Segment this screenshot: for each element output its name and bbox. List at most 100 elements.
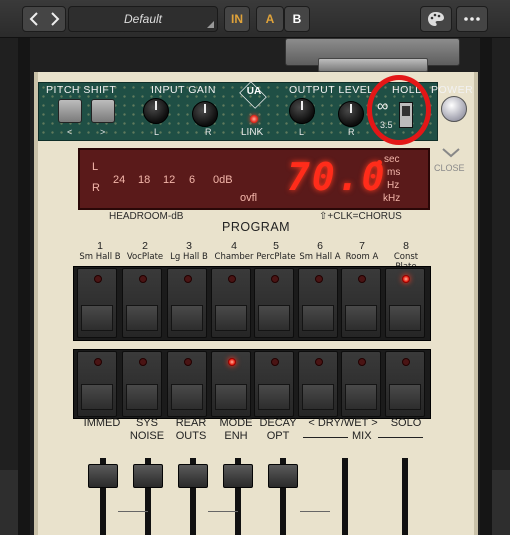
fader-tick (300, 511, 330, 512)
output-right-label: R (348, 127, 355, 137)
function-key-8[interactable] (385, 351, 425, 417)
program-key-5[interactable] (254, 268, 294, 338)
mix-line-right (378, 437, 423, 438)
key-cap (215, 384, 247, 410)
pitch-up-button[interactable] (91, 99, 115, 123)
function-key-7[interactable] (341, 351, 381, 417)
program-key-2[interactable] (122, 268, 162, 338)
key-cap (126, 384, 158, 410)
key-cap (171, 305, 203, 331)
program-name: Chamber (214, 252, 254, 262)
key-led (228, 358, 236, 366)
highlight-annotation-ring (367, 75, 431, 145)
program-number: 5 (273, 240, 279, 252)
meter-tick: 0dB (213, 174, 233, 186)
output-left-label: L (299, 127, 305, 137)
power-button[interactable] (441, 96, 467, 122)
preset-selector[interactable]: Default (68, 6, 218, 32)
mode-enh-fader[interactable] (223, 464, 253, 488)
pitch-down-button[interactable] (58, 99, 82, 123)
program-number: 2 (142, 240, 148, 252)
key-cap (345, 305, 377, 331)
program-number: 3 (186, 240, 192, 252)
program-name: PercPlate (256, 252, 296, 262)
program-key-1[interactable] (77, 268, 117, 338)
unit-hz: Hz (387, 180, 400, 191)
program-key-8[interactable] (385, 268, 425, 338)
chevron-down-icon[interactable] (441, 146, 461, 160)
host-toolbar: Default IN A B (0, 0, 510, 38)
key-cap (389, 384, 421, 410)
palette-button[interactable] (420, 6, 452, 32)
function-key-2[interactable] (122, 351, 162, 417)
decay-opt-fader[interactable] (268, 464, 298, 488)
display-channel-r: R (92, 182, 100, 194)
meter-tick: 12 (163, 174, 176, 186)
fader-tick (208, 511, 238, 512)
program-name: Sm Hall A (299, 252, 341, 262)
previous-preset-button[interactable] (23, 12, 44, 26)
key-led (139, 275, 147, 283)
key-led (402, 275, 410, 283)
more-options-button[interactable] (456, 6, 488, 32)
key-led (315, 358, 323, 366)
key-led (402, 358, 410, 366)
key-led (271, 275, 279, 283)
link-label: LINK (241, 127, 264, 138)
meter-tick: 18 (138, 174, 151, 186)
power-label: POWER (431, 84, 474, 96)
program-key-7[interactable] (341, 268, 381, 338)
preset-nav (22, 6, 66, 32)
rear-label: REAR (175, 417, 207, 429)
left-side-strip (0, 470, 18, 535)
compare-a-button[interactable]: A (256, 6, 284, 32)
immed-label: IMMED (83, 417, 121, 429)
key-led (184, 358, 192, 366)
immed-fader[interactable] (88, 464, 118, 488)
program-key-3[interactable] (167, 268, 207, 338)
function-key-4[interactable] (211, 351, 251, 417)
unit-sec-led (377, 160, 382, 165)
next-preset-button[interactable] (44, 12, 65, 26)
pitch-shift-label: PITCH SHIFT (46, 84, 117, 96)
right-frame (480, 38, 492, 535)
key-cap (215, 305, 247, 331)
key-led (358, 275, 366, 283)
key-cap (171, 384, 203, 410)
key-cap (81, 384, 113, 410)
program-key-6[interactable] (298, 268, 338, 338)
key-led (315, 275, 323, 283)
preset-name: Default (123, 12, 163, 26)
key-cap (81, 305, 113, 331)
program-name: VocPlate (126, 252, 164, 262)
dry-wet-label: < DRY/WET > (308, 417, 378, 429)
link-led[interactable] (250, 115, 258, 123)
program-number: 4 (231, 240, 237, 252)
meter-tick: 24 (113, 174, 126, 186)
function-key-3[interactable] (167, 351, 207, 417)
function-key-1[interactable] (77, 351, 117, 417)
in-button[interactable]: IN (224, 6, 250, 32)
ellipsis-icon (464, 17, 480, 21)
display-channel-l: L (92, 161, 99, 173)
program-number: 1 (97, 240, 103, 252)
close-button[interactable]: CLOSE (434, 163, 465, 173)
key-led (358, 358, 366, 366)
mix-line-left (303, 437, 348, 438)
program-key-4[interactable] (211, 268, 251, 338)
function-key-6[interactable] (298, 351, 338, 417)
output-level-right-knob[interactable] (338, 101, 364, 127)
overflow-label: ovfl (240, 192, 258, 204)
key-led (184, 275, 192, 283)
sys-noise-fader[interactable] (133, 464, 163, 488)
decay-label: DECAY (259, 417, 297, 429)
sys-label: SYS (135, 417, 158, 429)
input-gain-right-knob[interactable] (192, 101, 218, 127)
function-key-5[interactable] (254, 351, 294, 417)
program-name: Room A (345, 252, 379, 262)
compare-b-button[interactable]: B (284, 6, 310, 32)
key-led (94, 275, 102, 283)
rear-outs-fader[interactable] (178, 464, 208, 488)
output-level-left-knob[interactable] (289, 98, 315, 124)
input-gain-left-knob[interactable] (143, 98, 169, 124)
